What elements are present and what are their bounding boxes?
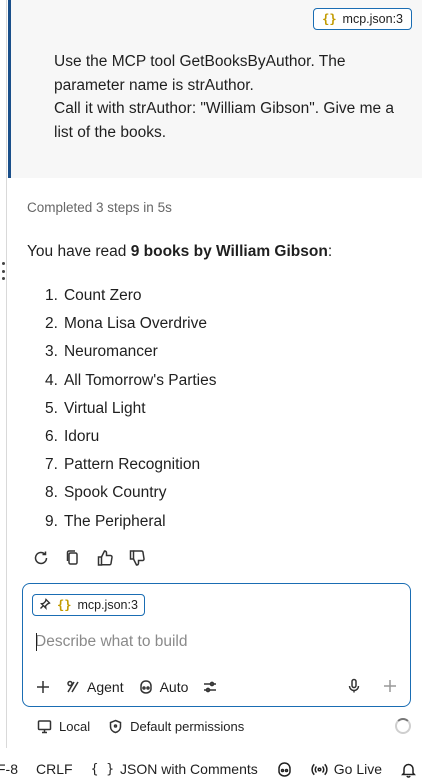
chat-footer: Local Default permissions (37, 716, 411, 736)
tools-button[interactable] (202, 679, 218, 695)
book-title: Neuromancer (63, 343, 158, 361)
list-number: 9. (45, 512, 58, 530)
attached-file-label: mcp.json:3 (77, 598, 138, 612)
list-item: 2. Mona Lisa Overdrive (45, 313, 217, 341)
monitor-icon (37, 719, 52, 733)
location-label: Local (59, 718, 91, 734)
list-number: 4. (45, 371, 58, 389)
plus-icon (37, 681, 49, 693)
response-actions (31, 548, 147, 568)
retry-icon[interactable] (31, 548, 51, 568)
copy-icon[interactable] (63, 548, 83, 568)
context-file-chip[interactable]: {} mcp.json:3 (313, 8, 412, 30)
input-toolbar: Agent Auto (35, 676, 398, 698)
chat-input-box: {} mcp.json:3 Agent Auto (22, 583, 411, 707)
bell-icon (401, 763, 416, 778)
list-item: 9. The Peripheral (45, 511, 217, 539)
book-title: Mona Lisa Overdrive (63, 315, 207, 333)
response-status[interactable]: Completed 3 steps in 5s (27, 200, 172, 215)
list-item: 6. Idoru (45, 426, 217, 454)
send-plus-icon[interactable] (382, 678, 398, 697)
pin-icon[interactable] (39, 597, 51, 613)
list-item: 1. Count Zero (45, 285, 217, 313)
notifications-button[interactable] (400, 761, 417, 778)
user-message-text: Use the MCP tool GetBooksByAuthor. The p… (54, 50, 404, 144)
agent-icon (67, 680, 79, 693)
location-picker[interactable]: Local (37, 719, 90, 734)
copilot-status[interactable] (276, 761, 293, 778)
user-message-line: Call it with strAuthor: "William Gibson"… (54, 100, 399, 141)
book-title: Idoru (63, 427, 100, 445)
intro-prefix: You have read (27, 243, 131, 260)
user-message-line: Use the MCP tool GetBooksByAuthor. The p… (54, 53, 350, 94)
thumbs-up-icon[interactable] (95, 548, 115, 568)
book-title: Count Zero (63, 287, 142, 304)
permissions-label: Default permissions (130, 718, 245, 734)
book-title: Spook Country (63, 484, 167, 502)
list-item: 8. Spook Country (45, 482, 217, 510)
line-ending-indicator[interactable]: CRLF (36, 761, 73, 777)
braces-icon: { } (90, 761, 115, 777)
add-context-button[interactable] (35, 679, 51, 695)
intro-bold: 9 books by William Gibson (130, 243, 328, 260)
list-number: 5. (45, 399, 58, 417)
json-file-icon: {} (322, 12, 337, 26)
model-picker[interactable]: Auto (138, 679, 189, 695)
book-title: Virtual Light (63, 399, 146, 417)
go-live-button[interactable]: Go Live (311, 761, 382, 778)
list-number: 2. (45, 315, 58, 333)
mode-picker[interactable]: Agent (65, 679, 124, 695)
encoding-indicator[interactable]: F-8 (0, 761, 18, 777)
chat-prompt-input[interactable] (35, 630, 395, 654)
book-list: 1. Count Zero 2. Mona Lisa Overdrive 3. Neu… (45, 285, 217, 539)
list-number: 7. (45, 456, 58, 474)
list-number: 8. (45, 484, 58, 502)
mode-label: Agent (87, 679, 124, 695)
microphone-icon[interactable] (346, 678, 362, 697)
permissions-picker[interactable]: Default permissions (108, 719, 244, 734)
list-number: 3. (45, 343, 58, 361)
context-file-label: mcp.json:3 (342, 12, 403, 26)
copilot-icon (139, 680, 152, 694)
list-item: 5. Virtual Light (45, 398, 217, 426)
settings-sliders-icon (204, 681, 217, 693)
status-bar: F-8 CRLF { } JSON with Comments Go Live (0, 754, 433, 784)
list-item: 3. Neuromancer (45, 341, 217, 369)
language-label: JSON with Comments (120, 761, 258, 777)
language-mode-indicator[interactable]: { } JSON with Comments (91, 761, 258, 777)
encoding-label: F-8 (0, 761, 18, 777)
panel-resize-handle[interactable] (1, 262, 5, 280)
model-label: Auto (159, 679, 189, 695)
book-title: Pattern Recognition (63, 456, 201, 474)
thumbs-down-icon[interactable] (127, 548, 147, 568)
go-live-label: Go Live (333, 761, 382, 777)
panel-edge (6, 0, 7, 748)
broadcast-icon (311, 763, 328, 775)
response-intro: You have read 9 books by William Gibson: (27, 243, 332, 261)
shield-icon (109, 719, 122, 733)
list-item: 4. All Tomorrow's Parties (45, 370, 217, 398)
list-number: 6. (45, 427, 58, 445)
copilot-icon (278, 761, 291, 777)
attached-context-chip[interactable]: {} mcp.json:3 (32, 594, 145, 616)
list-item: 7. Pattern Recognition (45, 454, 217, 482)
text-caret (36, 633, 37, 651)
line-ending-label: CRLF (36, 761, 73, 777)
book-title: The Peripheral (63, 512, 166, 530)
intro-suffix: : (327, 243, 333, 260)
json-file-icon: {} (57, 598, 72, 612)
list-number: 1. (45, 287, 58, 304)
loading-spinner-icon (395, 718, 411, 734)
user-message: {} mcp.json:3 Use the MCP tool GetBooksB… (8, 0, 422, 178)
book-title: All Tomorrow's Parties (63, 371, 217, 389)
